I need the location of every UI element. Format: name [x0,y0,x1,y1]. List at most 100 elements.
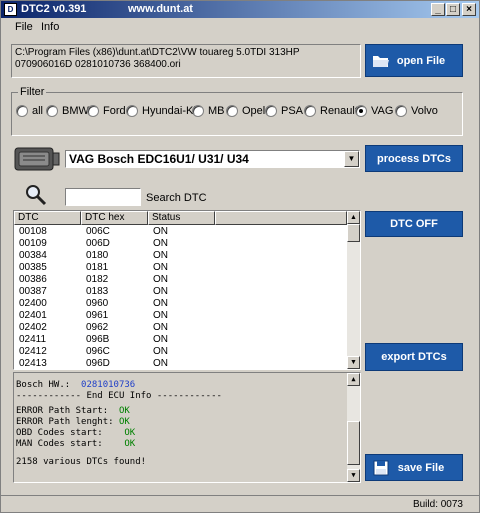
dtc-list[interactable]: DTC DTC hex Status 00108 006C ON 00109 006D… [13,210,361,370]
cell-status: ON [153,310,168,321]
table-row[interactable]: 00384 0180 ON [14,250,347,262]
column-header-filler [215,211,347,225]
table-row[interactable]: 02400 0960 ON [14,298,347,310]
cell-status: ON [153,298,168,309]
cell-dtc-hex: 0182 [86,274,109,285]
radio-hyundai-kia[interactable]: Hyundai-Kia [126,105,202,117]
dtc-list-header: DTC DTC hex Status [14,211,347,225]
cell-dtc-hex: 096D [86,358,110,369]
table-row[interactable]: 02413 096D ON [14,358,347,369]
search-dtc-label: Search DTC [146,192,207,204]
scroll-down-icon[interactable]: ▼ [347,469,360,482]
build-number: Build: 0073 [412,499,463,510]
check-label: ERROR Path Start: [16,406,109,416]
menu-file[interactable]: File [15,21,33,33]
ecu-type-select[interactable]: VAG Bosch EDC16U1/ U31/ U34 ▼ [65,150,360,168]
cell-dtc-hex: 0961 [86,310,109,321]
cell-dtc: 02401 [19,310,47,321]
check-label: OBD Codes start: [16,428,103,438]
radio-dot-selected [355,105,367,117]
column-header-dtc[interactable]: DTC [14,211,81,225]
radio-psa[interactable]: PSA [265,105,303,117]
dtc-off-label: DTC OFF [390,218,438,230]
save-file-button[interactable]: save File [365,454,463,481]
cell-dtc-hex: 0180 [86,250,109,261]
export-dtcs-button[interactable]: export DTCs [365,343,463,371]
export-dtcs-label: export DTCs [381,351,447,363]
search-dtc-input[interactable] [65,188,141,206]
magnifier-icon [26,185,47,206]
check-value: OK [118,417,130,427]
radio-label: Renault [320,105,358,117]
table-row[interactable]: 02411 096B ON [14,334,347,346]
table-row[interactable]: 00386 0182 ON [14,274,347,286]
cell-dtc: 02413 [19,358,47,369]
title-bar[interactable]: D DTC2 v0.391 www.dunt.at _ □ × [1,1,479,18]
save-file-label: save File [397,461,445,474]
scroll-thumb[interactable] [347,224,360,242]
log-line-check: OBD Codes start: OK [16,428,135,439]
cell-status: ON [153,238,168,249]
table-row[interactable]: 00109 006D ON [14,238,347,250]
cell-status: ON [153,226,168,237]
check-value: OK [124,439,136,449]
radio-mb[interactable]: MB [192,105,225,117]
radio-vag[interactable]: VAG [355,105,393,117]
table-row[interactable]: 02402 0962 ON [14,322,347,334]
close-button[interactable]: × [462,3,476,16]
dtc-list-scrollbar[interactable]: ▲ ▼ [347,211,360,369]
cell-dtc-hex: 0962 [86,322,109,333]
minimize-button[interactable]: _ [431,3,445,16]
log-line-bosch-hw: Bosch HW.: 0281010736 [16,380,135,391]
radio-label: Opel [242,105,266,117]
cell-dtc: 02412 [19,346,47,357]
radio-dot [16,105,28,117]
log-scrollbar[interactable]: ▲ ▼ [347,373,360,482]
floppy-disk-icon [373,460,389,476]
menu-bar: File Info [1,18,479,36]
radio-label: BMW [62,105,89,117]
open-file-button[interactable]: open File [365,44,463,77]
menu-info[interactable]: Info [41,21,59,33]
radio-opel[interactable]: Opel [226,105,265,117]
log-output[interactable]: Bosch HW.: 0281010736 ------------ End E… [13,372,361,483]
cell-status: ON [153,250,168,261]
cell-status: ON [153,358,168,369]
scroll-thumb[interactable] [347,421,360,465]
scroll-down-icon[interactable]: ▼ [347,356,360,369]
radio-dot [192,105,204,117]
column-header-dtc-hex[interactable]: DTC hex [81,211,148,225]
cell-dtc: 00387 [19,286,47,297]
table-row[interactable]: 02401 0961 ON [14,310,347,322]
window-url: www.dunt.at [128,3,193,15]
column-header-status[interactable]: Status [148,211,215,225]
ecu-type-value: VAG Bosch EDC16U1/ U31/ U34 [69,152,249,166]
cell-dtc: 02411 [19,334,47,345]
radio-ford[interactable]: Ford [87,105,126,117]
radio-bmw[interactable]: BMW [46,105,89,117]
cell-dtc: 00385 [19,262,47,273]
radio-dot [304,105,316,117]
radio-volvo[interactable]: Volvo [395,105,438,117]
dtc-off-button[interactable]: DTC OFF [365,211,463,237]
table-row[interactable]: 00385 0181 ON [14,262,347,274]
filter-group: Filter all BMW Ford Hyundai-Kia MB Opel … [11,86,463,136]
bosch-hw-value: 0281010736 [81,380,136,390]
table-row[interactable]: 00387 0183 ON [14,286,347,298]
radio-label: all [32,105,44,117]
ecu-module-icon [14,147,60,171]
scroll-up-icon[interactable]: ▲ [347,211,360,224]
radio-all[interactable]: all [16,105,43,117]
table-row[interactable]: 00108 006C ON [14,226,347,238]
process-dtcs-button[interactable]: process DTCs [365,145,463,172]
window-title: DTC2 v0.391 [21,3,87,15]
maximize-button[interactable]: □ [446,3,460,16]
check-label: MAN Codes start: [16,439,103,449]
main-window: D DTC2 v0.391 www.dunt.at _ □ × File Inf… [0,0,480,513]
cell-dtc-hex: 0960 [86,298,109,309]
scroll-up-icon[interactable]: ▲ [347,373,360,386]
radio-renault[interactable]: Renault [304,105,358,117]
cell-dtc-hex: 0183 [86,286,109,297]
table-row[interactable]: 02412 096C ON [14,346,347,358]
chevron-down-icon[interactable]: ▼ [344,151,359,167]
